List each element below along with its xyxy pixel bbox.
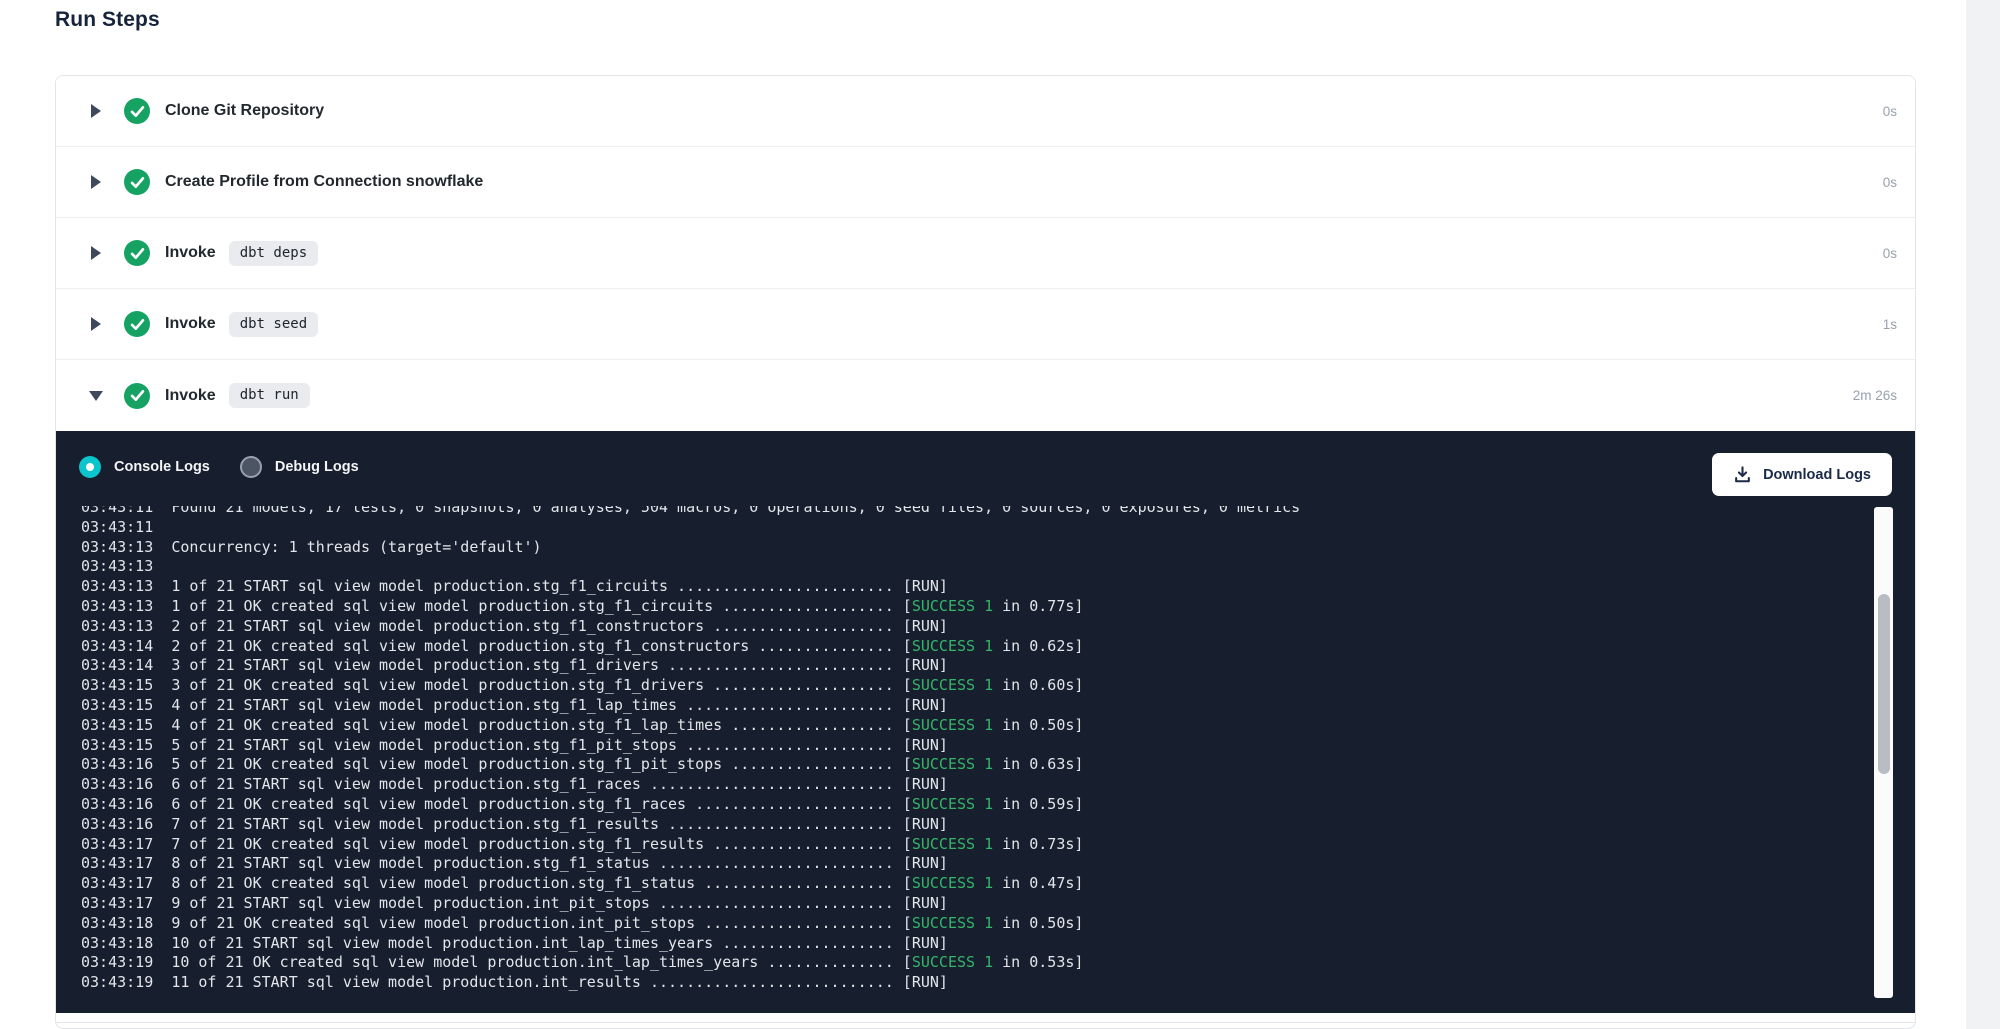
log-timestamp: 03:43:19 bbox=[81, 973, 171, 991]
log-line: 03:43:14 3 of 21 START sql view model pr… bbox=[81, 656, 1871, 676]
console-header: Console Logs Debug Logs Download Logs bbox=[56, 431, 1915, 478]
log-line: 03:43:15 3 of 21 OK created sql view mod… bbox=[81, 676, 1871, 696]
step-label: Invoke bbox=[165, 387, 216, 405]
radio-selected-icon[interactable] bbox=[79, 456, 101, 478]
log-timestamp: 03:43:16 bbox=[81, 755, 171, 773]
log-timestamp: 03:43:15 bbox=[81, 736, 171, 754]
log-timestamp: 03:43:16 bbox=[81, 775, 171, 793]
step-duration: 1s bbox=[1883, 317, 1897, 332]
step-row[interactable]: Invoke dbt run 2m 26s bbox=[56, 360, 1915, 431]
success-check-icon bbox=[124, 383, 150, 409]
success-check-icon bbox=[124, 169, 150, 195]
log-timestamp: 03:43:17 bbox=[81, 894, 171, 912]
step-label: Clone Git Repository bbox=[165, 102, 324, 120]
step-command-chip: dbt seed bbox=[229, 312, 318, 337]
log-timestamp: 03:43:17 bbox=[81, 874, 171, 892]
step-duration: 0s bbox=[1883, 104, 1897, 119]
log-line: 03:43:13 1 of 21 OK created sql view mod… bbox=[81, 597, 1871, 617]
step-command-chip: dbt run bbox=[229, 383, 310, 408]
log-timestamp: 03:43:19 bbox=[81, 953, 171, 971]
log-line: 03:43:19 11 of 21 START sql view model p… bbox=[81, 973, 1871, 993]
step-duration: 0s bbox=[1883, 246, 1897, 261]
chevron-down-icon[interactable] bbox=[89, 391, 103, 401]
log-line: 03:43:13 2 of 21 START sql view model pr… bbox=[81, 617, 1871, 637]
download-icon bbox=[1733, 465, 1752, 484]
download-logs-button[interactable]: Download Logs bbox=[1712, 453, 1892, 496]
success-check-icon bbox=[124, 240, 150, 266]
log-timestamp: 03:43:13 bbox=[81, 597, 171, 615]
log-timestamp: 03:43:17 bbox=[81, 854, 171, 872]
log-timestamp: 03:43:15 bbox=[81, 676, 171, 694]
log-line: 03:43:11 bbox=[81, 518, 1871, 538]
step-label: Invoke bbox=[165, 315, 216, 333]
chevron-right-icon[interactable] bbox=[89, 104, 103, 118]
step-row[interactable]: Clone Git Repository 0s bbox=[56, 76, 1915, 147]
log-timestamp: 03:43:15 bbox=[81, 716, 171, 734]
step-label: Invoke bbox=[165, 244, 216, 262]
log-line: 03:43:18 10 of 21 START sql view model p… bbox=[81, 934, 1871, 954]
page-title: Run Steps bbox=[55, 8, 160, 32]
chevron-right-icon[interactable] bbox=[89, 317, 103, 331]
log-timestamp: 03:43:13 bbox=[81, 577, 171, 595]
log-line: 03:43:13 bbox=[81, 557, 1871, 577]
log-line: 03:43:11 Found 21 models, 17 tests, 0 sn… bbox=[81, 506, 1871, 518]
log-line: 03:43:17 9 of 21 START sql view model pr… bbox=[81, 894, 1871, 914]
success-check-icon bbox=[124, 311, 150, 337]
step-duration: 0s bbox=[1883, 175, 1897, 190]
log-scrollbar-thumb[interactable] bbox=[1878, 594, 1890, 774]
log-line: 03:43:15 4 of 21 OK created sql view mod… bbox=[81, 716, 1871, 736]
log-timestamp: 03:43:15 bbox=[81, 696, 171, 714]
log-line: 03:43:14 2 of 21 OK created sql view mod… bbox=[81, 637, 1871, 657]
log-timestamp: 03:43:18 bbox=[81, 934, 171, 952]
log-timestamp: 03:43:13 bbox=[81, 617, 171, 635]
log-line: 03:43:18 9 of 21 OK created sql view mod… bbox=[81, 914, 1871, 934]
radio-unselected-icon[interactable] bbox=[240, 456, 262, 478]
log-line: 03:43:17 8 of 21 OK created sql view mod… bbox=[81, 874, 1871, 894]
tab-console-logs[interactable]: Console Logs bbox=[79, 456, 210, 478]
console-log-output[interactable]: 03:43:11 Found 21 models, 17 tests, 0 sn… bbox=[81, 506, 1871, 1005]
log-line: 03:43:13 Concurrency: 1 threads (target=… bbox=[81, 538, 1871, 558]
log-line: 03:43:16 6 of 21 START sql view model pr… bbox=[81, 775, 1871, 795]
step-row[interactable]: Create Profile from Connection snowflake… bbox=[56, 147, 1915, 218]
download-logs-label: Download Logs bbox=[1763, 467, 1871, 483]
log-timestamp: 03:43:11 bbox=[81, 518, 171, 536]
log-line: 03:43:19 10 of 21 OK created sql view mo… bbox=[81, 953, 1871, 973]
log-timestamp: 03:43:16 bbox=[81, 795, 171, 813]
log-line: 03:43:17 7 of 21 OK created sql view mod… bbox=[81, 835, 1871, 855]
log-timestamp: 03:43:14 bbox=[81, 656, 171, 674]
log-line: 03:43:13 1 of 21 START sql view model pr… bbox=[81, 577, 1871, 597]
log-line: 03:43:16 6 of 21 OK created sql view mod… bbox=[81, 795, 1871, 815]
log-timestamp: 03:43:18 bbox=[81, 914, 171, 932]
log-line: 03:43:17 8 of 21 START sql view model pr… bbox=[81, 854, 1871, 874]
log-line: 03:43:15 4 of 21 START sql view model pr… bbox=[81, 696, 1871, 716]
log-timestamp: 03:43:11 bbox=[81, 506, 171, 516]
step-duration: 2m 26s bbox=[1853, 388, 1897, 403]
run-steps-list: Clone Git Repository0sCreate Profile fro… bbox=[56, 76, 1915, 431]
run-steps-card: Clone Git Repository0sCreate Profile fro… bbox=[55, 75, 1916, 1029]
log-line: 03:43:16 7 of 21 START sql view model pr… bbox=[81, 815, 1871, 835]
step-row[interactable]: Invoke dbt seed 1s bbox=[56, 289, 1915, 360]
log-timestamp: 03:43:13 bbox=[81, 538, 171, 556]
console-logs-label: Console Logs bbox=[114, 459, 210, 475]
console-panel: Console Logs Debug Logs Download Logs 03… bbox=[56, 431, 1915, 1013]
card-divider bbox=[56, 1022, 1915, 1023]
success-check-icon bbox=[124, 98, 150, 124]
step-command-chip: dbt deps bbox=[229, 241, 318, 266]
step-row[interactable]: Invoke dbt deps 0s bbox=[56, 218, 1915, 289]
debug-logs-label: Debug Logs bbox=[275, 459, 359, 475]
log-timestamp: 03:43:14 bbox=[81, 637, 171, 655]
chevron-right-icon[interactable] bbox=[89, 175, 103, 189]
log-line: 03:43:15 5 of 21 START sql view model pr… bbox=[81, 736, 1871, 756]
page-right-gutter bbox=[1966, 0, 2000, 1029]
chevron-right-icon[interactable] bbox=[89, 246, 103, 260]
log-timestamp: 03:43:17 bbox=[81, 835, 171, 853]
log-lines: 03:43:11 Found 21 models, 17 tests, 0 sn… bbox=[81, 506, 1871, 993]
tab-debug-logs[interactable]: Debug Logs bbox=[240, 456, 359, 478]
log-scrollbar[interactable] bbox=[1874, 507, 1893, 998]
log-timestamp: 03:43:13 bbox=[81, 557, 171, 575]
log-timestamp: 03:43:16 bbox=[81, 815, 171, 833]
step-label: Create Profile from Connection snowflake bbox=[165, 173, 483, 191]
log-line: 03:43:16 5 of 21 OK created sql view mod… bbox=[81, 755, 1871, 775]
